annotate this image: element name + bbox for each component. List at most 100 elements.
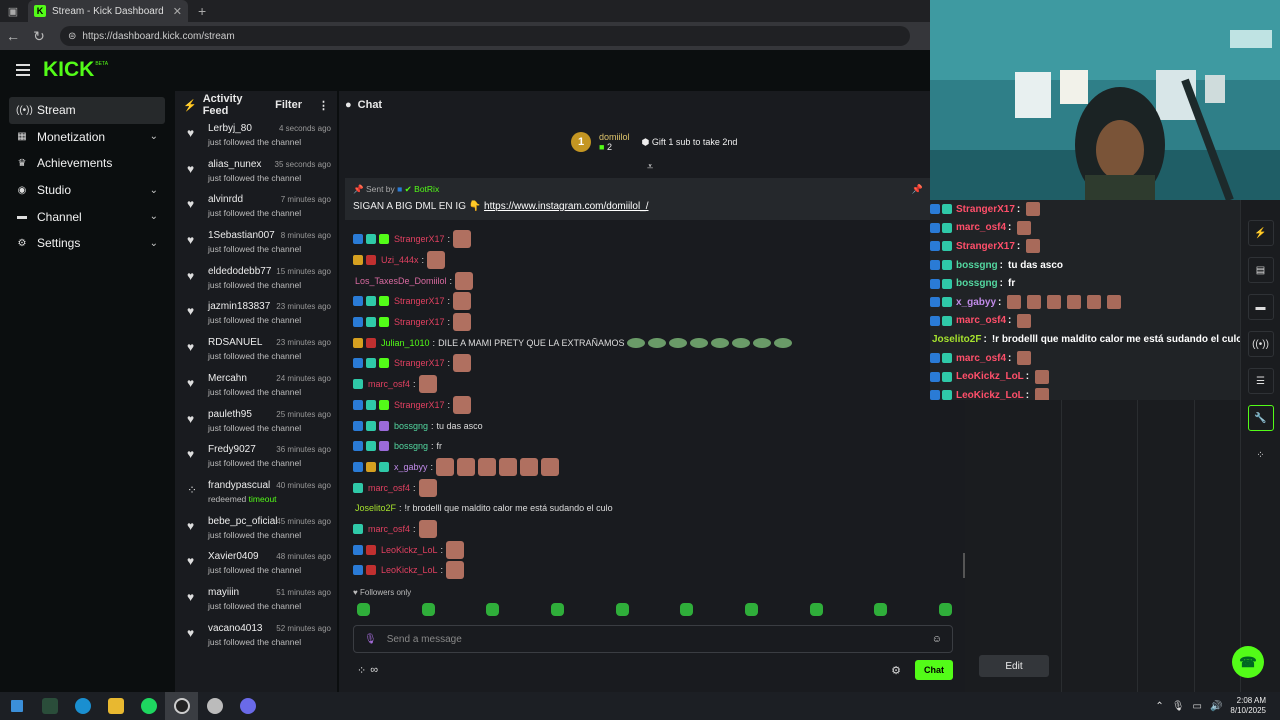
chat-message[interactable]: marc_osf4: xyxy=(353,477,953,498)
chat-message[interactable]: StrangerX17: xyxy=(353,229,953,250)
chat-quick-icon[interactable]: ▬ xyxy=(1247,294,1274,320)
help-support-button[interactable]: ☎ xyxy=(1232,646,1264,678)
chat-message[interactable]: Julian_1010: DILE A MAMI PRETY QUE LA EXT… xyxy=(353,332,953,353)
window-menu-icon[interactable]: ▣ xyxy=(0,0,26,22)
chat-username[interactable]: marc_osf4 xyxy=(368,524,410,534)
chat-username[interactable]: StrangerX17 xyxy=(394,317,445,327)
filter-button[interactable]: Filter xyxy=(275,99,302,111)
chat-message[interactable]: StrangerX17: xyxy=(353,291,953,312)
chat-username[interactable]: LeoKickz_LoL xyxy=(381,545,438,555)
activity-item[interactable]: ♥ vacano4013 just followed the channel 5… xyxy=(175,619,337,655)
pin-icon[interactable]: 📌 xyxy=(912,184,923,195)
sidebar-item-settings[interactable]: ⚙ Settings ⌄ xyxy=(9,230,165,257)
chat-message[interactable]: marc_osf4: xyxy=(353,374,953,395)
back-icon[interactable]: ← xyxy=(6,28,20,44)
activity-item[interactable]: ♥ Xavier0409 just followed the channel 4… xyxy=(175,547,337,583)
chevron-down-icon[interactable]: ⌄ xyxy=(150,185,158,196)
chat-message[interactable]: StrangerX17: xyxy=(353,353,953,374)
activity-item[interactable]: ♥ bebe_pc_oficial just followed the chan… xyxy=(175,512,337,548)
chat-username[interactable]: x_gabyy xyxy=(394,462,428,472)
sidebar-item-studio[interactable]: ◉ Studio ⌄ xyxy=(9,177,165,204)
broadcast-quick-icon[interactable]: ((•)) xyxy=(1247,331,1274,357)
chat-username[interactable]: StrangerX17 xyxy=(394,296,445,306)
sidebar-item-achievements[interactable]: ♛ Achievements xyxy=(9,150,165,177)
discord-icon[interactable] xyxy=(231,692,264,720)
chat-username[interactable]: marc_osf4 xyxy=(368,379,410,389)
kick-logo[interactable]: KICK xyxy=(43,58,94,82)
reload-icon[interactable]: ↻ xyxy=(32,28,46,45)
emoji-picker-icon[interactable]: ☺ xyxy=(932,634,942,645)
lightning-quick-icon[interactable]: ⚡ xyxy=(1247,220,1274,246)
chat-message[interactable]: LeoKickz_LoL: xyxy=(353,560,953,581)
new-tab-icon[interactable]: + xyxy=(198,3,206,19)
clock[interactable]: 2:08 AM 8/10/2025 xyxy=(1230,696,1266,716)
sidebar-item-channel[interactable]: ▬ Channel ⌄ xyxy=(9,203,165,230)
chat-username[interactable]: Joselito2F xyxy=(355,503,396,513)
activity-item[interactable]: ♥ 1Sebastian007 just followed the channe… xyxy=(175,226,337,262)
sidebar-item-stream[interactable]: ((•)) Stream xyxy=(9,97,165,124)
edge-browser-icon[interactable] xyxy=(66,692,99,720)
activity-item[interactable]: ♥ Lerbyj_80 just followed the channel 4 … xyxy=(175,119,337,155)
chat-username[interactable]: Julian_1010 xyxy=(381,338,430,348)
chat-message[interactable]: Los_TaxesDe_Domiilol: xyxy=(353,270,953,291)
chat-username[interactable]: marc_osf4 xyxy=(368,483,410,493)
chevron-down-icon[interactable]: ⌄ xyxy=(150,211,158,222)
wrench-icon[interactable]: 🔧 xyxy=(1247,405,1274,431)
chat-username[interactable]: StrangerX17 xyxy=(394,400,445,410)
microphone-tray-icon[interactable]: 🎙 xyxy=(1172,701,1185,712)
gift-leaderboard[interactable]: 1 domiilol ■ 2 ⬢ Gift 1 sub to take 2nd xyxy=(571,129,737,155)
notes-icon[interactable]: ▤ xyxy=(1247,257,1274,283)
activity-item[interactable]: ♥ alias_nunex just followed the channel … xyxy=(175,155,337,191)
network-icon[interactable]: ▭ xyxy=(1193,701,1202,712)
edit-layout-button[interactable]: Edit xyxy=(979,655,1049,677)
chat-message[interactable]: bossgng: tu das asco xyxy=(353,415,953,436)
chat-message[interactable]: LeoKickz_LoL: xyxy=(353,539,953,560)
volume-icon[interactable]: 🔊 xyxy=(1210,701,1222,712)
quick-emote-icon[interactable] xyxy=(550,603,564,616)
activity-item[interactable]: ♥ mayiiin just followed the channel 51 m… xyxy=(175,583,337,619)
quick-emote-icon[interactable] xyxy=(421,603,435,616)
chat-username[interactable]: StrangerX17 xyxy=(394,234,445,244)
chat-message[interactable]: Joselito2F: !r brodelll que maldito calor… xyxy=(353,498,953,519)
close-tab-icon[interactable]: ✕ xyxy=(173,5,182,18)
chevron-down-icon[interactable]: ⌄ xyxy=(150,238,158,249)
pinned-link[interactable]: https://www.instagram.com/domiilol_/ xyxy=(484,201,649,212)
quick-emote-icon[interactable] xyxy=(938,603,952,616)
activity-item[interactable]: ♥ alvinrdd just followed the channel 7 m… xyxy=(175,190,337,226)
activity-item[interactable]: ♥ Fredy9027 just followed the channel 36… xyxy=(175,440,337,476)
pinned-message[interactable]: 📌 Sent by ■ ✔ BotRix 📌 SIGAN A BIG DML E… xyxy=(345,178,931,220)
chat-send-button[interactable]: Chat xyxy=(915,660,953,680)
more-options-icon[interactable]: ⋮ xyxy=(318,99,329,112)
quick-emote-icon[interactable] xyxy=(357,603,370,616)
browser-tab[interactable]: K Stream - Kick Dashboard ✕ xyxy=(28,0,188,22)
quick-emote-icon[interactable] xyxy=(744,603,758,616)
chat-message[interactable]: x_gabyy: xyxy=(353,457,953,478)
chat-username[interactable]: bossgng xyxy=(394,421,428,431)
file-explorer-icon[interactable] xyxy=(99,692,132,720)
quick-emote-icon[interactable] xyxy=(615,603,629,616)
chevron-down-icon[interactable]: ⌄ xyxy=(150,131,158,142)
queue-icon[interactable]: ☰ xyxy=(1247,368,1274,394)
obs-icon[interactable] xyxy=(165,692,198,720)
chrome-icon[interactable] xyxy=(198,692,231,720)
quick-emote-icon[interactable] xyxy=(486,603,500,616)
hamburger-menu-icon[interactable] xyxy=(16,64,30,76)
chat-username[interactable]: bossgng xyxy=(394,441,428,451)
activity-item[interactable]: ♥ RDSANUEL just followed the channel 23 … xyxy=(175,333,337,369)
activity-item[interactable]: ♥ Mercahn just followed the channel 24 m… xyxy=(175,369,337,405)
activity-item[interactable]: ♥ eldedodebb77 just followed the channel… xyxy=(175,262,337,298)
chat-username[interactable]: LeoKickz_LoL xyxy=(381,565,438,575)
mic-icon[interactable]: 🎙 xyxy=(364,634,377,645)
quick-emote-icon[interactable] xyxy=(680,603,694,616)
activity-item[interactable]: ♥ pauleth95 just followed the channel 25… xyxy=(175,405,337,441)
chat-username[interactable]: Uzi_444x xyxy=(381,255,419,265)
chat-message[interactable]: bossgng: fr xyxy=(353,436,953,457)
chat-username[interactable]: Los_TaxesDe_Domiilol xyxy=(355,276,447,286)
quick-emote-icon[interactable] xyxy=(874,603,888,616)
chat-settings-icon[interactable]: ⚙ xyxy=(891,664,901,677)
points-quick-icon[interactable]: ⁘ xyxy=(1248,442,1274,468)
chat-message[interactable]: marc_osf4: xyxy=(353,519,953,540)
tray-expand-icon[interactable]: ⌃ xyxy=(1155,701,1163,712)
spotify-icon[interactable] xyxy=(132,692,165,720)
sidebar-item-monetization[interactable]: ▦ Monetization ⌄ xyxy=(9,124,165,151)
